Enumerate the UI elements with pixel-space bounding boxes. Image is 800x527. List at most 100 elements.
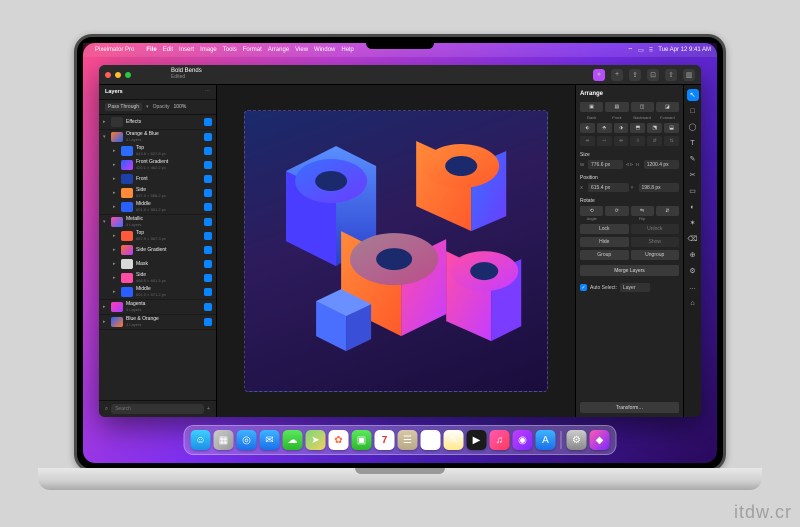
menu-file[interactable]: File bbox=[146, 47, 156, 53]
x-field[interactable]: 615.4 px bbox=[588, 183, 629, 192]
export-icon[interactable]: ⇪ bbox=[629, 69, 641, 81]
dock-app-launchpad[interactable]: ▦ bbox=[214, 430, 234, 450]
flip-v-button[interactable]: ⇵ bbox=[656, 206, 679, 216]
layer-row[interactable]: ▸ Mask bbox=[99, 257, 216, 271]
visibility-toggle[interactable] bbox=[204, 232, 212, 240]
tool-0[interactable]: ↖ bbox=[687, 89, 699, 101]
tool-8[interactable]: ✶ bbox=[687, 217, 699, 229]
tool-13[interactable]: ⌂ bbox=[687, 297, 699, 309]
dock-app-calendar[interactable]: 7 bbox=[375, 430, 395, 450]
menu-insert[interactable]: Insert bbox=[179, 47, 194, 53]
menubar-clock[interactable]: Tue Apr 12 9:41 AM bbox=[658, 47, 711, 53]
tool-4[interactable]: ✎ bbox=[687, 153, 699, 165]
disclosure-icon[interactable]: ▾ bbox=[103, 134, 108, 140]
dock-app-pixelmator[interactable]: ◆ bbox=[590, 430, 610, 450]
layer-row[interactable]: ▸ Side Gradient bbox=[99, 243, 216, 257]
tool-1[interactable]: □ bbox=[687, 105, 699, 117]
disclosure-icon[interactable]: ▸ bbox=[113, 289, 118, 295]
maximize-button[interactable] bbox=[125, 72, 131, 78]
layer-row[interactable]: ▸ Top643.8 × 627.8 px bbox=[99, 144, 216, 158]
disclosure-icon[interactable]: ▸ bbox=[113, 148, 118, 154]
dock-app-contacts[interactable]: ☰ bbox=[398, 430, 418, 450]
visibility-toggle[interactable] bbox=[204, 274, 212, 282]
hide-button[interactable]: Hide bbox=[580, 237, 629, 247]
minimize-button[interactable] bbox=[115, 72, 121, 78]
disclosure-icon[interactable]: ▸ bbox=[113, 233, 118, 239]
dock-app-tv[interactable]: ▶ bbox=[467, 430, 487, 450]
tool-6[interactable]: ▭ bbox=[687, 185, 699, 197]
layer-row[interactable]: ▸ Front bbox=[99, 172, 216, 186]
layers-list[interactable]: ▸ Effects ▾ Orange & Blue4 Layers ▸ Top6… bbox=[99, 115, 216, 400]
panels-icon[interactable]: ▥ bbox=[683, 69, 695, 81]
add-icon[interactable]: + bbox=[611, 69, 623, 81]
tool-2[interactable]: ◯ bbox=[687, 121, 699, 133]
visibility-toggle[interactable] bbox=[204, 218, 212, 226]
disclosure-icon[interactable]: ▾ bbox=[103, 219, 108, 225]
disclosure-icon[interactable]: ▸ bbox=[103, 319, 108, 325]
group-button[interactable]: Group bbox=[580, 250, 629, 260]
transform-button[interactable]: Transform… bbox=[580, 402, 679, 413]
align-right-button[interactable]: ⬗ bbox=[614, 123, 629, 133]
opacity-value[interactable]: 100% bbox=[174, 104, 187, 110]
dock-app-safari[interactable]: ◎ bbox=[237, 430, 257, 450]
tool-11[interactable]: ⚙ bbox=[687, 265, 699, 277]
rotate-cw-button[interactable]: ⟳ bbox=[605, 206, 628, 216]
tool-3[interactable]: T bbox=[687, 137, 699, 149]
dock-app-messages[interactable]: ☁ bbox=[283, 430, 303, 450]
layer-row[interactable]: ▸ Middle601.0 × 581.2 px bbox=[99, 200, 216, 214]
layer-group-row[interactable]: ▸ Blue & Orange4 Layers bbox=[99, 315, 216, 329]
layers-search-input[interactable] bbox=[111, 404, 204, 414]
zoom-icon[interactable]: ⊡ bbox=[647, 69, 659, 81]
visibility-toggle[interactable] bbox=[204, 175, 212, 183]
close-button[interactable] bbox=[105, 72, 111, 78]
dist-v3-button[interactable]: ⇅ bbox=[664, 136, 679, 146]
menu-view[interactable]: View bbox=[295, 47, 308, 53]
align-bottom-button[interactable]: ⬓ bbox=[664, 123, 679, 133]
bring-to-front-button[interactable]: ▤ bbox=[605, 102, 628, 112]
dist-v-button[interactable]: ⇳ bbox=[630, 136, 645, 146]
add-layer-icon[interactable]: + bbox=[207, 406, 210, 412]
lock-button[interactable]: Lock bbox=[580, 224, 629, 234]
visibility-toggle[interactable] bbox=[204, 189, 212, 197]
color-picker-icon[interactable]: ● bbox=[593, 69, 605, 81]
wifi-icon[interactable]: ⌔ bbox=[627, 46, 633, 54]
flip-h-button[interactable]: ⇋ bbox=[631, 206, 654, 216]
layer-row[interactable]: ▸ Middle601.0 × 571.2 px bbox=[99, 285, 216, 299]
disclosure-icon[interactable]: ▸ bbox=[113, 176, 118, 182]
visibility-toggle[interactable] bbox=[204, 133, 212, 141]
layers-menu-icon[interactable]: ⋯ bbox=[205, 89, 211, 95]
disclosure-icon[interactable]: ▸ bbox=[113, 204, 118, 210]
constrain-icon[interactable]: ⊲⊳ bbox=[625, 162, 633, 168]
dock-app-facetime[interactable]: ▣ bbox=[352, 430, 372, 450]
align-left-button[interactable]: ⬖ bbox=[580, 123, 595, 133]
dock-app-finder[interactable]: ☺ bbox=[191, 430, 211, 450]
visibility-toggle[interactable] bbox=[204, 118, 212, 126]
battery-icon[interactable]: ▭ bbox=[638, 47, 644, 54]
menu-tools[interactable]: Tools bbox=[223, 47, 237, 53]
dock-app-maps[interactable]: ➤ bbox=[306, 430, 326, 450]
layer-group-row[interactable]: ▸ Effects bbox=[99, 115, 216, 129]
send-to-back-button[interactable]: ▣ bbox=[580, 102, 603, 112]
visibility-toggle[interactable] bbox=[204, 318, 212, 326]
dist-h-button[interactable]: ⇹ bbox=[580, 136, 595, 146]
control-center-icon[interactable]: ⠿ bbox=[649, 47, 653, 54]
tool-9[interactable]: ⌫ bbox=[687, 233, 699, 245]
tool-10[interactable]: ⊕ bbox=[687, 249, 699, 261]
y-field[interactable]: 198.8 px bbox=[639, 183, 680, 192]
dist-h2-button[interactable]: ⇿ bbox=[597, 136, 612, 146]
menu-edit[interactable]: Edit bbox=[163, 47, 173, 53]
visibility-toggle[interactable] bbox=[204, 260, 212, 268]
visibility-toggle[interactable] bbox=[204, 303, 212, 311]
width-field[interactable]: 776.6 px bbox=[588, 160, 623, 169]
tool-5[interactable]: ✂ bbox=[687, 169, 699, 181]
dock-app-reminders[interactable]: ≡ bbox=[421, 430, 441, 450]
titlebar[interactable]: Bold Bends Edited ● + ⇪ ⊡ ⇧ ▥ bbox=[99, 65, 701, 85]
layer-row[interactable]: ▸ Front Gradient420.1 × 462.2 px bbox=[99, 158, 216, 172]
disclosure-icon[interactable]: ▸ bbox=[113, 162, 118, 168]
dock-app-appstore[interactable]: A bbox=[536, 430, 556, 450]
merge-layers-button[interactable]: Merge Layers bbox=[580, 265, 679, 276]
align-vcenter-button[interactable]: ⬔ bbox=[647, 123, 662, 133]
auto-select-dropdown[interactable]: Layer bbox=[620, 283, 650, 292]
height-field[interactable]: 1200.4 px bbox=[644, 160, 679, 169]
layer-row[interactable]: ▸ Top657.9 × 567.3 px bbox=[99, 229, 216, 243]
